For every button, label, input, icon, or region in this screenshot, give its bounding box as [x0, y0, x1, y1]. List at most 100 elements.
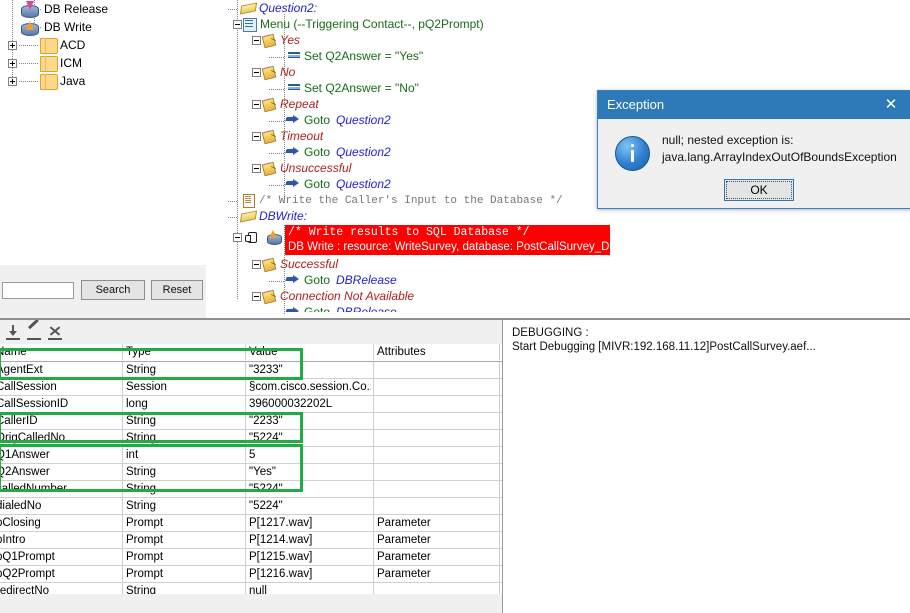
script-row-link[interactable]: Question2: [336, 176, 391, 192]
script-row-text: Unsuccessful: [280, 161, 352, 175]
table-row[interactable]: pQ2Prompt Prompt P[1216.wav] Parameter: [0, 566, 502, 583]
cell-attributes: Parameter: [377, 534, 431, 546]
search-input[interactable]: [2, 282, 74, 299]
collapse-toggle-icon[interactable]: [252, 164, 261, 173]
tree-item-db-write[interactable]: DB Write: [0, 18, 206, 36]
resource-tree-panel[interactable]: DB Release DB Write ACD ICM Java: [0, 0, 207, 266]
script-row-text: Goto: [304, 113, 331, 127]
script-row[interactable]: Menu (--Triggering Contact--, pQ2Prompt): [214, 16, 910, 32]
script-row-link[interactable]: DBRelease: [336, 272, 397, 288]
branch-icon: [261, 289, 277, 303]
close-icon[interactable]: ✕: [872, 91, 910, 119]
folder-icon: [40, 38, 58, 54]
cell-name: pIntro: [0, 534, 26, 546]
script-row[interactable]: Yes: [214, 32, 910, 48]
tree-connector: [269, 57, 285, 58]
cell-attributes: [377, 481, 499, 497]
cell-attributes: [377, 379, 499, 395]
tree-item-acd[interactable]: ACD: [0, 36, 206, 54]
info-icon: [615, 136, 650, 171]
cell-attributes: [377, 413, 499, 429]
tree-connector: [269, 89, 285, 90]
goto-icon: [285, 273, 301, 287]
branch-icon: [261, 33, 277, 47]
tree-connector: [228, 9, 238, 10]
reset-button[interactable]: Reset: [151, 280, 203, 300]
column-header-attributes[interactable]: Attributes: [377, 344, 499, 360]
script-row-text: Question2:: [259, 1, 318, 15]
table-row[interactable]: pClosing Prompt P[1217.wav] Parameter: [0, 515, 502, 532]
cell-attributes: Parameter: [377, 568, 431, 580]
collapse-toggle-icon[interactable]: [252, 100, 261, 109]
collapse-toggle-icon[interactable]: [252, 36, 261, 45]
cell-type: Session: [126, 381, 167, 393]
table-row[interactable]: pQ1Prompt Prompt P[1215.wav] Parameter: [0, 549, 502, 566]
tree-item-label: Java: [60, 74, 86, 88]
collapse-toggle-icon[interactable]: [233, 233, 242, 242]
cell-attributes: [377, 396, 499, 412]
table-row[interactable]: pIntro Prompt P[1214.wav] Parameter: [0, 532, 502, 549]
script-row[interactable]: Connection Not Available: [214, 288, 910, 304]
script-row[interactable]: Set Q2Answer = "Yes": [214, 48, 910, 64]
label-icon: [240, 1, 256, 15]
script-row[interactable]: Goto DBRelease: [214, 304, 910, 312]
tree-connector: [228, 201, 238, 202]
goto-icon: [285, 177, 301, 191]
cell-name: pQ1Prompt: [0, 551, 55, 563]
debug-output-panel[interactable]: DEBUGGING : Start Debugging [MIVR:192.16…: [502, 320, 910, 613]
cell-type: Prompt: [126, 534, 164, 546]
expand-toggle-icon[interactable]: [8, 59, 17, 68]
script-row-current-breakpoint[interactable]: /* Write results to SQL Database */ DB W…: [214, 224, 910, 256]
delete-x-icon[interactable]: [47, 325, 63, 340]
collapse-toggle-icon[interactable]: [252, 292, 261, 301]
script-row-text: No: [280, 65, 296, 79]
comment-icon: [240, 193, 256, 208]
dialog-body: null; nested exception is: java.lang.Arr…: [598, 119, 910, 208]
table-row[interactable]: dialedNo String "5224": [0, 498, 502, 515]
dialog-title: Exception: [607, 97, 665, 112]
expand-toggle-icon[interactable]: [8, 77, 17, 86]
script-row[interactable]: No: [214, 64, 910, 80]
cell-type: long: [126, 398, 148, 410]
cell-value: P[1215.wav]: [249, 551, 313, 563]
script-row-link[interactable]: Question2: [336, 144, 391, 160]
script-row-text: /* Write the Caller's Input to the Datab…: [259, 195, 563, 207]
script-row-link[interactable]: Question2: [336, 112, 391, 128]
script-row-text: Set Q2Answer = "Yes": [304, 49, 424, 63]
cell-attributes: [377, 498, 499, 514]
tree-connector: [269, 121, 285, 122]
script-row[interactable]: Question2:: [214, 0, 910, 16]
script-row[interactable]: DBWrite:: [214, 208, 910, 224]
dialog-message-line1: null; nested exception is:: [662, 133, 794, 147]
tree-connector: [269, 185, 285, 186]
collapse-toggle-icon[interactable]: [252, 68, 261, 77]
edit-pencil-icon[interactable]: [26, 325, 42, 340]
script-row[interactable]: Successful: [214, 256, 910, 272]
variables-panel[interactable]: Name Type Value Attributes AgentExt Stri…: [0, 320, 502, 613]
expand-toggle-icon[interactable]: [8, 41, 17, 50]
tree-item-java[interactable]: Java: [0, 72, 206, 90]
script-row-text: Goto: [304, 145, 331, 159]
tree-item-icm[interactable]: ICM: [0, 54, 206, 72]
script-row[interactable]: Goto DBRelease: [214, 272, 910, 288]
script-row-text: Menu (--Triggering Contact--, pQ2Prompt): [260, 17, 484, 31]
script-row-text: Set Q2Answer = "No": [304, 81, 419, 95]
db-write-step-icon: [265, 230, 282, 246]
script-row-text: Connection Not Available: [280, 289, 415, 303]
tree-item-db-release[interactable]: DB Release: [0, 0, 206, 18]
highlighted-step[interactable]: /* Write results to SQL Database */ DB W…: [285, 225, 617, 255]
script-row-link[interactable]: DBRelease: [336, 304, 397, 312]
table-row[interactable]: CallSessionID long 396000032202L: [0, 396, 502, 413]
cell-name: dialedNo: [0, 500, 42, 512]
highlight-comment-line: /* Write results to SQL Database */: [288, 226, 530, 239]
search-button[interactable]: Search: [81, 280, 145, 300]
ok-button[interactable]: OK: [724, 179, 794, 201]
cell-value: P[1217.wav]: [249, 517, 313, 529]
import-icon[interactable]: [5, 325, 21, 340]
collapse-toggle-icon[interactable]: [252, 260, 261, 269]
cell-attributes: Parameter: [377, 517, 431, 529]
exception-dialog[interactable]: Exception ✕ null; nested exception is: j…: [597, 90, 910, 209]
db-release-icon: [20, 1, 39, 18]
table-row[interactable]: CallSession Session §com.cisco.session.C…: [0, 379, 502, 396]
collapse-toggle-icon[interactable]: [252, 132, 261, 141]
